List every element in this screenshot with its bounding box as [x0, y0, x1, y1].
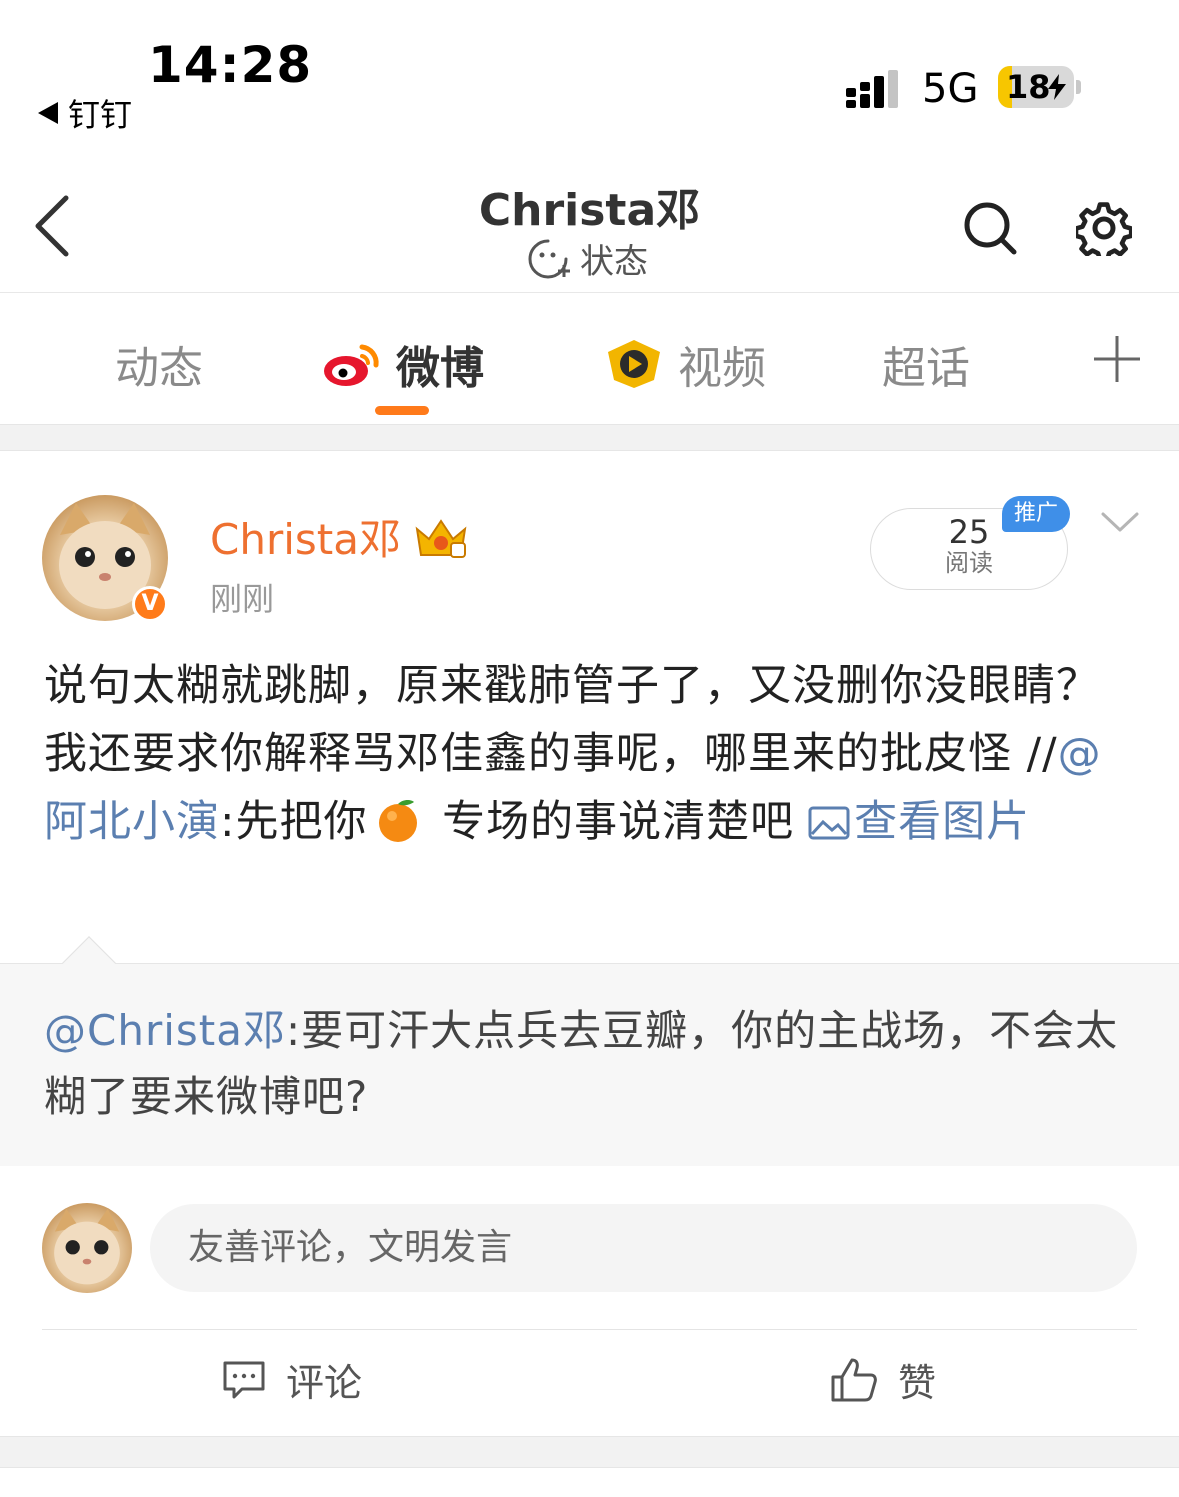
back-to-app-link[interactable]: 钉钉 — [38, 90, 132, 136]
tab-label: 超话 — [882, 343, 970, 394]
back-triangle-icon — [38, 102, 58, 124]
quoted-mention-link[interactable]: @Christa邓 — [44, 1006, 286, 1055]
video-play-icon — [608, 340, 660, 388]
bottom-separator — [0, 1436, 1179, 1468]
comment-icon — [223, 1361, 265, 1398]
battery-indicator: 18 — [998, 66, 1074, 108]
promote-badge[interactable]: 推广 — [1002, 496, 1070, 532]
back-app-label: 钉钉 — [68, 96, 133, 134]
view-image-link[interactable]: 查看图片 — [794, 797, 1030, 847]
view-image-label: 查看图片 — [854, 797, 1031, 847]
verified-badge: V — [132, 586, 168, 622]
cat-avatar-image — [54, 1208, 120, 1285]
active-tab-indicator — [375, 406, 429, 415]
tab-label: 动态 — [115, 343, 203, 394]
add-tab-icon[interactable] — [1092, 334, 1142, 384]
comment-button[interactable]: 评论 — [222, 1352, 362, 1407]
profile-tabs: 动态 微博 视频 超话 — [0, 294, 1179, 424]
quoted-post-text: @Christa邓:要可汗大点兵去豆瓣，你的主战场，不会太糊了要来微博吧? — [44, 998, 1139, 1130]
battery-cap — [1076, 80, 1081, 94]
author-name: Christa邓 — [210, 515, 401, 564]
profile-header: Christa邓 状态 — [0, 150, 1179, 293]
status-label: 状态 — [580, 242, 648, 282]
chevron-down-icon[interactable] — [1100, 508, 1140, 538]
gear-icon[interactable] — [1076, 200, 1132, 256]
tab-video[interactable]: 视频 — [604, 332, 766, 396]
post-text: :先把你 — [220, 797, 368, 847]
section-separator — [0, 424, 1179, 451]
image-icon — [808, 806, 850, 840]
post-text: 专场的事说清楚吧 — [427, 797, 795, 847]
weibo-logo-icon — [324, 344, 379, 386]
status-button[interactable]: 状态 — [526, 234, 648, 283]
member-crown-icon — [415, 518, 467, 558]
signal-strength-icon — [846, 70, 898, 108]
status-bar: 14:28 钉钉 5G 18 — [0, 0, 1179, 140]
post-text: 说句太糊就跳脚，原来戳肺管子了，又没删你没眼睛？我还要求你解释骂邓佳鑫的事呢，哪… — [44, 661, 1100, 779]
status-face-icon — [528, 239, 570, 278]
tab-label: 微博 — [396, 343, 484, 394]
like-button[interactable]: 赞 — [830, 1352, 936, 1407]
like-label: 赞 — [898, 1361, 937, 1405]
network-type: 5G — [922, 66, 979, 112]
search-icon[interactable] — [962, 200, 1018, 256]
comment-input[interactable]: 友善评论，文明发言 — [150, 1204, 1137, 1292]
action-divider — [42, 1329, 1137, 1330]
my-avatar — [42, 1203, 132, 1293]
post-author[interactable]: Christa邓 — [210, 506, 469, 567]
battery-level: 18 — [1006, 68, 1051, 106]
post-content: 说句太糊就跳脚，原来戳肺管子了，又没删你没眼睛？我还要求你解释骂邓佳鑫的事呢，哪… — [44, 652, 1139, 856]
tab-super-topic[interactable]: 超话 — [882, 332, 970, 396]
charging-bolt-icon — [1048, 74, 1066, 100]
thumbs-up-icon — [831, 1358, 877, 1401]
tab-dynamic[interactable]: 动态 — [115, 332, 203, 396]
orange-emoji-icon — [378, 800, 417, 842]
status-time: 14:28 — [148, 36, 313, 94]
comment-label: 评论 — [286, 1361, 363, 1405]
post-time: 刚刚 — [210, 580, 275, 618]
tab-label: 视频 — [678, 343, 766, 394]
tab-weibo[interactable]: 微博 — [322, 332, 484, 396]
read-label: 阅读 — [945, 549, 993, 577]
